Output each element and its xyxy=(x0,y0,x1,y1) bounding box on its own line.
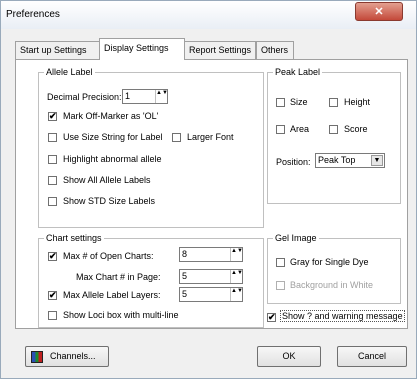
max-open-charts-checkbox[interactable]: ✔ xyxy=(48,252,57,261)
max-chart-in-page-spinner[interactable]: 5 ▲▼ xyxy=(179,269,243,284)
show-warning-label: Show ? and warning message xyxy=(280,310,405,322)
background-white-checkbox[interactable] xyxy=(276,281,285,290)
spin-arrows-icon: ▲▼ xyxy=(230,288,243,301)
checkmark-icon: ✔ xyxy=(49,290,57,300)
max-allele-layers-spinner[interactable]: 5 ▲▼ xyxy=(179,287,243,302)
show-all-allele-label: Show All Allele Labels xyxy=(63,175,151,185)
spin-arrows-icon: ▲▼ xyxy=(155,90,168,103)
window-title: Preferences xyxy=(6,9,60,20)
size-checkbox[interactable] xyxy=(276,98,285,107)
checkmark-icon: ✔ xyxy=(268,312,276,322)
peak-label-legend: Peak Label xyxy=(273,67,323,77)
chevron-down-icon: ▼ xyxy=(371,155,383,166)
score-label: Score xyxy=(344,124,368,134)
gray-single-dye-label: Gray for Single Dye xyxy=(290,257,369,267)
ok-button[interactable]: OK xyxy=(257,346,321,367)
max-allele-layers-label: Max Allele Label Layers: xyxy=(63,290,161,300)
use-size-string-checkbox[interactable] xyxy=(48,133,57,142)
decimal-precision-value: 1 xyxy=(125,91,131,101)
area-checkbox[interactable] xyxy=(276,125,285,134)
max-chart-in-page-label: Max Chart # in Page: xyxy=(76,272,161,282)
larger-font-label: Larger Font xyxy=(187,132,234,142)
larger-font-checkbox[interactable] xyxy=(172,133,181,142)
max-open-charts-value: 8 xyxy=(182,249,188,259)
title-bar: Preferences ✕ xyxy=(1,1,416,29)
allele-label-group: Allele Label Decimal Precision: 1 ▲▼ ✔ M… xyxy=(38,67,264,228)
show-std-size-label: Show STD Size Labels xyxy=(63,196,156,206)
height-checkbox[interactable] xyxy=(329,98,338,107)
highlight-abnormal-checkbox[interactable] xyxy=(48,155,57,164)
spin-arrows-icon: ▲▼ xyxy=(230,270,243,283)
checkmark-icon: ✔ xyxy=(49,111,57,121)
mark-off-marker-checkbox[interactable]: ✔ xyxy=(48,112,57,121)
tab-report-settings[interactable]: Report Settings xyxy=(184,41,256,59)
tab-start-up-settings[interactable]: Start up Settings xyxy=(15,41,101,59)
use-size-string-label: Use Size String for Label xyxy=(63,132,163,142)
position-value: Peak Top xyxy=(318,155,356,165)
max-allele-layers-checkbox[interactable]: ✔ xyxy=(48,291,57,300)
position-label: Position: xyxy=(276,157,311,167)
tab-others[interactable]: Others xyxy=(256,41,294,59)
area-label: Area xyxy=(290,124,310,134)
show-loci-box-label: Show Loci box with multi-line xyxy=(63,310,179,320)
cancel-button[interactable]: Cancel xyxy=(337,346,407,367)
tab-display-settings[interactable]: Display Settings xyxy=(99,38,185,60)
show-loci-box-checkbox[interactable] xyxy=(48,311,57,320)
checkmark-icon: ✔ xyxy=(49,251,57,261)
gray-single-dye-checkbox[interactable] xyxy=(276,258,285,267)
show-all-allele-checkbox[interactable] xyxy=(48,176,57,185)
background-white-label: Background in White xyxy=(290,280,374,290)
score-checkbox[interactable] xyxy=(329,125,338,134)
close-icon: ✕ xyxy=(374,6,384,18)
show-warning-checkbox[interactable]: ✔ xyxy=(267,313,276,322)
close-button[interactable]: ✕ xyxy=(355,2,403,21)
max-open-charts-label: Max # of Open Charts: xyxy=(63,251,154,261)
display-settings-panel: Allele Label Decimal Precision: 1 ▲▼ ✔ M… xyxy=(15,59,408,329)
gel-image-group: Gel Image Gray for Single Dye Background… xyxy=(267,233,401,304)
channels-button[interactable]: Channels... xyxy=(25,346,109,367)
channels-icon xyxy=(31,351,43,363)
mark-off-marker-label: Mark Off-Marker as 'OL' xyxy=(63,111,159,121)
decimal-precision-label: Decimal Precision: xyxy=(47,92,122,102)
max-chart-in-page-value: 5 xyxy=(182,271,188,281)
decimal-precision-spinner[interactable]: 1 ▲▼ xyxy=(122,89,168,104)
show-std-size-checkbox[interactable] xyxy=(48,197,57,206)
max-open-charts-spinner[interactable]: 8 ▲▼ xyxy=(179,247,243,262)
highlight-abnormal-label: Highlight abnormal allele xyxy=(63,154,162,164)
size-label: Size xyxy=(290,97,308,107)
chart-settings-legend: Chart settings xyxy=(44,233,104,243)
peak-label-group: Peak Label Size Height Area Score Positi… xyxy=(267,67,401,204)
position-dropdown[interactable]: Peak Top ▼ xyxy=(315,153,385,168)
allele-label-legend: Allele Label xyxy=(44,67,95,77)
height-label: Height xyxy=(344,97,371,107)
max-allele-layers-value: 5 xyxy=(182,289,188,299)
chart-settings-group: Chart settings ✔ Max # of Open Charts: 8… xyxy=(38,233,264,328)
gel-image-legend: Gel Image xyxy=(273,233,319,243)
spin-arrows-icon: ▲▼ xyxy=(230,248,243,261)
preferences-window: Preferences ✕ Start up Settings Display … xyxy=(0,0,417,379)
